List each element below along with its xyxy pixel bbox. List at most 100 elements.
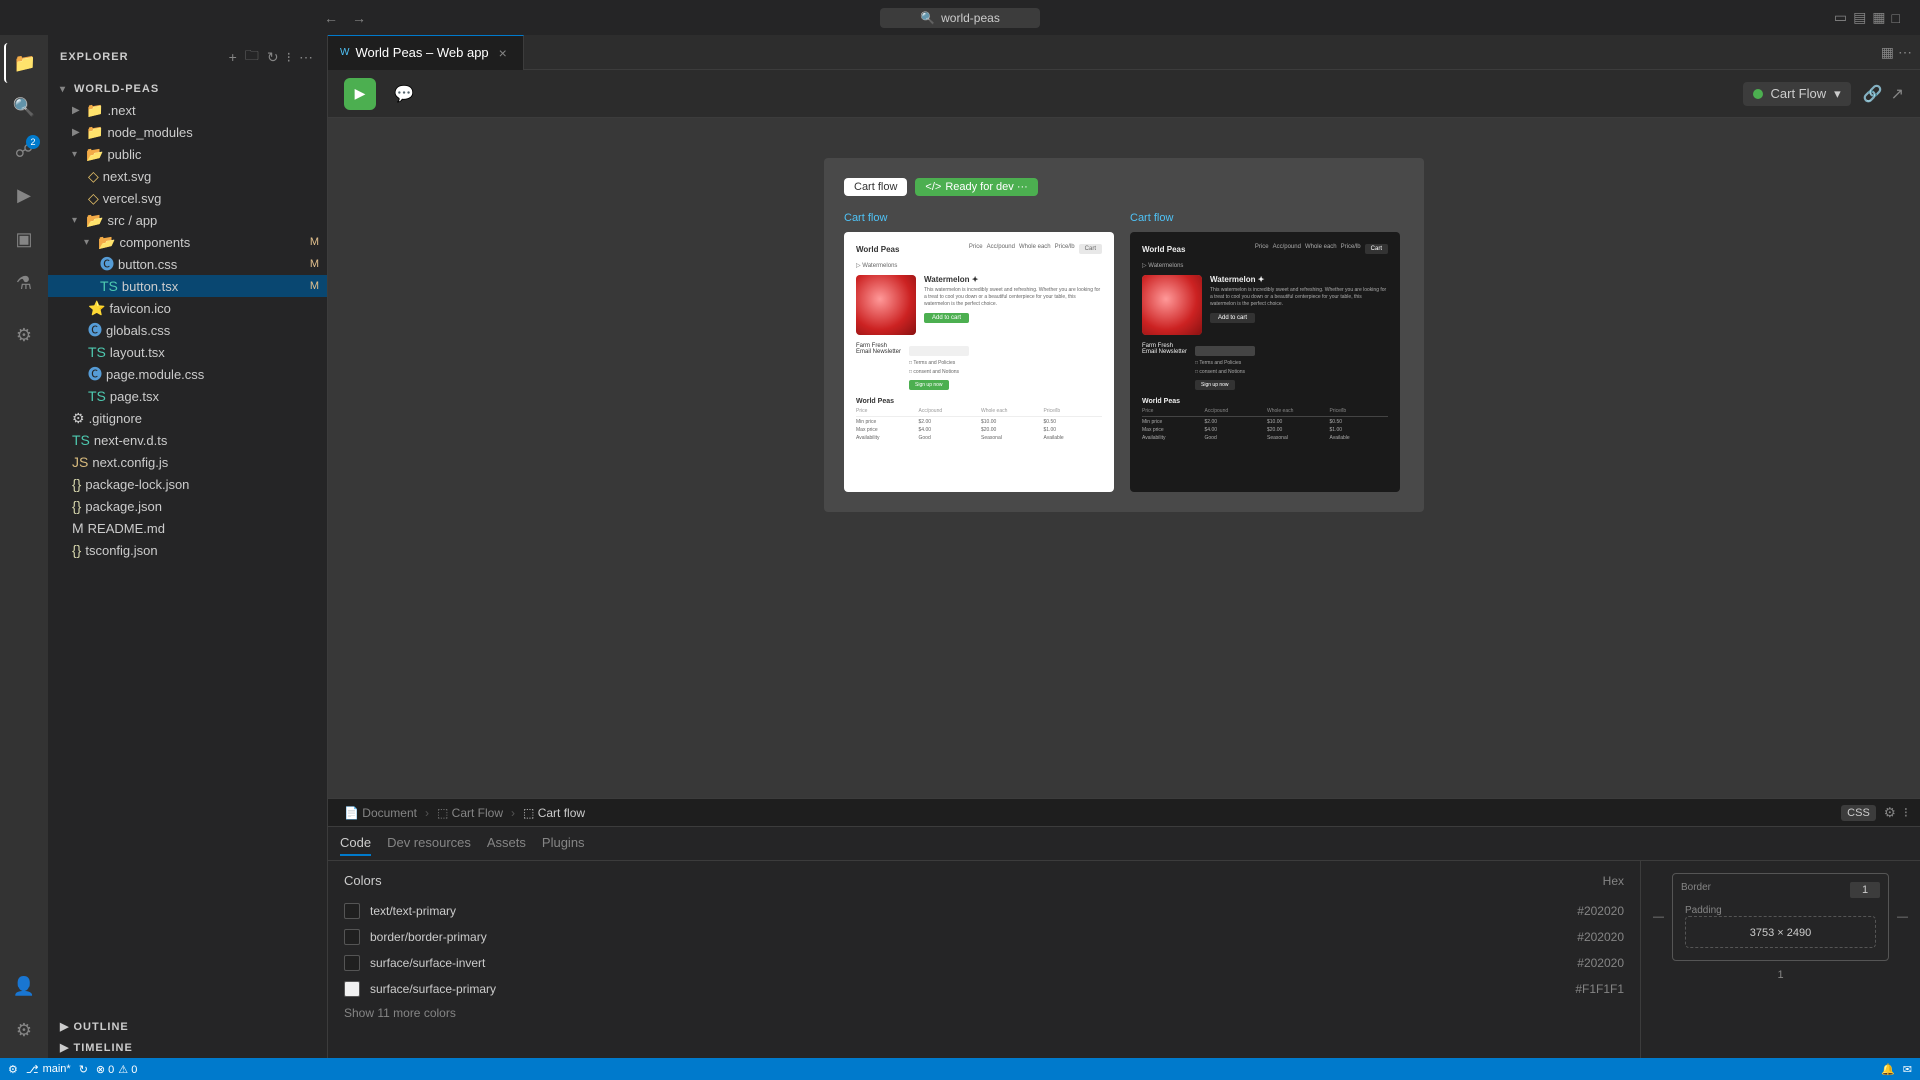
padding-container: Padding 3753 × 2490 <box>1685 902 1876 948</box>
tab-world-peas-web-app[interactable]: W World Peas – Web app × <box>328 35 524 70</box>
mockup-table-row1-dark: Min price$2.00$10.00$0.50 <box>1142 419 1388 425</box>
settings-icon-btn[interactable]: ⚙ <box>1884 805 1896 821</box>
breadcrumb-cart-flow[interactable]: ⬚ Cart Flow <box>433 804 507 822</box>
search-bar[interactable]: 🔍 world-peas <box>880 8 1040 28</box>
explorer-icon[interactable]: 📁 <box>4 43 44 83</box>
tree-item-next-config[interactable]: JS next.config.js <box>48 451 327 473</box>
run-debug-icon[interactable]: ▶ <box>4 175 44 215</box>
tsx-file-icon: TS <box>100 278 118 294</box>
more-actions-button[interactable]: ⋯ <box>297 43 315 71</box>
world-peas-root[interactable]: ▾ WORLD-PEAS <box>48 79 327 99</box>
figma-flow-selector[interactable]: Cart Flow ▾ <box>1743 82 1851 106</box>
tree-item-gitignore[interactable]: ⚙ .gitignore <box>48 407 327 429</box>
nav-back-button[interactable]: ← <box>320 8 342 28</box>
outer-value: 1 <box>1777 969 1783 981</box>
tree-item-next-env[interactable]: TS next-env.d.ts <box>48 429 327 451</box>
mockup-form-rows-dark: □ Terms and Policies □ consent and Notio… <box>1195 360 1388 375</box>
remote-icon[interactable]: ⚙ <box>4 315 44 355</box>
frame-icon: ⬚ <box>437 806 448 820</box>
panel-toggle-button[interactable]: ▦ <box>1872 9 1885 26</box>
tab-actions[interactable]: ▦ ⋯ <box>1881 44 1920 61</box>
split-editor-tab-button[interactable]: ▦ <box>1881 44 1894 61</box>
extensions-icon[interactable]: ▣ <box>4 219 44 259</box>
tree-label: page.tsx <box>110 389 159 404</box>
close-panel-btn[interactable]: ⁝ <box>1904 805 1908 821</box>
color-hex-surface-invert: #202020 <box>1577 956 1624 970</box>
figma-right-actions[interactable]: 🔗 ↗ <box>1863 84 1904 104</box>
outline-section[interactable]: ▶ OUTLINE <box>48 1016 327 1037</box>
maximize-button[interactable]: □ <box>1892 9 1900 26</box>
figma-play-button[interactable]: ▶ <box>344 78 376 110</box>
tree-item-button-tsx[interactable]: TS button.tsx M <box>48 275 327 297</box>
navigation-buttons[interactable]: ← → <box>320 8 370 28</box>
tab-close-button[interactable]: × <box>495 45 511 61</box>
mockup-input-dark <box>1195 346 1255 356</box>
tree-item-readme[interactable]: M README.md <box>48 517 327 539</box>
figma-link-button[interactable]: 🔗 <box>1863 84 1883 104</box>
figma-open-button[interactable]: ↗ <box>1891 84 1904 104</box>
preview-area[interactable]: Cart flow </> Ready for dev ··· Cart flo… <box>328 118 1920 798</box>
tree-item-vercel-svg[interactable]: ◇ vercel.svg <box>48 187 327 209</box>
branch-status[interactable]: ⎇ main* <box>26 1063 71 1076</box>
mockup-table-row2-light: Max price$4.00$20.00$1.00 <box>856 427 1102 433</box>
tree-item-page-module-css[interactable]: 🅒 page.module.css <box>48 363 327 385</box>
main-layout: 📁 🔍 ☍ 2 ▶ ▣ ⚗ ⚙ 👤 ⚙ EXPLORER + 🗀 ↻ ⁝ ⋯ ▾ <box>0 35 1920 1058</box>
tree-item-package-lock[interactable]: {} package-lock.json <box>48 473 327 495</box>
refresh-button[interactable]: ↻ <box>265 43 281 71</box>
timeline-section[interactable]: ▶ TIMELINE <box>48 1037 327 1058</box>
split-editor-button[interactable]: ▭ <box>1834 9 1847 26</box>
tree-label: next.svg <box>103 169 151 184</box>
more-tab-actions-button[interactable]: ⋯ <box>1898 44 1912 61</box>
breadcrumb-document[interactable]: 📄 Document <box>340 804 421 822</box>
remote-status[interactable]: ⚙ <box>8 1063 18 1076</box>
sidebar-header-actions[interactable]: + 🗀 ↻ ⁝ ⋯ <box>227 43 315 71</box>
tab-plugins[interactable]: Plugins <box>542 831 585 856</box>
right-panel-box-model: — Border 1 Padding 3753 × 2490 <box>1640 861 1920 1058</box>
bottom-breadcrumb-actions[interactable]: CSS ⚙ ⁝ <box>1841 805 1908 821</box>
tree-item-tsconfig[interactable]: {} tsconfig.json <box>48 539 327 561</box>
tree-item-button-css[interactable]: 🅒 button.css M <box>48 253 327 275</box>
new-folder-button[interactable]: 🗀 <box>243 43 261 71</box>
mockup-breadcrumb-light: ▷ Watermelons <box>856 262 1102 269</box>
collapse-all-button[interactable]: ⁝ <box>285 43 293 71</box>
tree-item-layout-tsx[interactable]: TS layout.tsx <box>48 341 327 363</box>
tree-item-page-tsx[interactable]: TS page.tsx <box>48 385 327 407</box>
nav-forward-button[interactable]: → <box>348 8 370 28</box>
root-arrow: ▾ <box>60 84 70 95</box>
tree-item-src-app[interactable]: ▾ 📂 src / app <box>48 209 327 231</box>
layout-toggle-button[interactable]: ▤ <box>1853 9 1866 26</box>
tree-item-next[interactable]: ▶ 📁 .next <box>48 99 327 121</box>
tree-item-package-json[interactable]: {} package.json <box>48 495 327 517</box>
js-file-icon: JS <box>72 454 88 470</box>
svg-file-icon: ◇ <box>88 168 99 185</box>
tree-label: package.json <box>85 499 162 514</box>
tree-label: node_modules <box>107 125 192 140</box>
tab-dev-resources[interactable]: Dev resources <box>387 831 471 856</box>
errors-status[interactable]: ⊗ 0 ⚠ 0 <box>96 1063 137 1076</box>
tab-assets[interactable]: Assets <box>487 831 526 856</box>
layout-buttons[interactable]: ▭ ▤ ▦ □ <box>1834 9 1900 26</box>
testing-icon[interactable]: ⚗ <box>4 263 44 303</box>
figma-comment-button[interactable]: 💬 <box>388 78 420 110</box>
feedback-icon[interactable]: ✉ <box>1903 1063 1912 1076</box>
tree-item-node-modules[interactable]: ▶ 📁 node_modules <box>48 121 327 143</box>
accounts-icon[interactable]: 👤 <box>4 966 44 1006</box>
mockup-checkbox-dark: □ Terms and Policies <box>1195 360 1388 366</box>
tree-label: globals.css <box>106 323 170 338</box>
notifications-icon[interactable]: 🔔 <box>1881 1063 1895 1076</box>
mockup-btn-dark: Cart <box>1365 244 1388 254</box>
show-more-colors[interactable]: Show 11 more colors <box>344 1002 1624 1024</box>
tree-item-components[interactable]: ▾ 📂 components M <box>48 231 327 253</box>
tree-item-next-svg[interactable]: ◇ next.svg <box>48 165 327 187</box>
sync-status[interactable]: ↻ <box>79 1063 88 1076</box>
settings-icon[interactable]: ⚙ <box>4 1010 44 1050</box>
tree-item-public[interactable]: ▾ 📂 public <box>48 143 327 165</box>
tree-item-favicon[interactable]: ⭐ favicon.ico <box>48 297 327 319</box>
breadcrumb-cart-flow-item[interactable]: ⬚ Cart flow <box>519 804 589 822</box>
search-activity-icon[interactable]: 🔍 <box>4 87 44 127</box>
mockup-product-title-dark: Watermelon ✦ <box>1210 275 1388 284</box>
new-file-button[interactable]: + <box>227 43 239 71</box>
tree-item-globals-css[interactable]: 🅒 globals.css <box>48 319 327 341</box>
tab-code[interactable]: Code <box>340 831 371 856</box>
source-control-icon[interactable]: ☍ 2 <box>4 131 44 171</box>
